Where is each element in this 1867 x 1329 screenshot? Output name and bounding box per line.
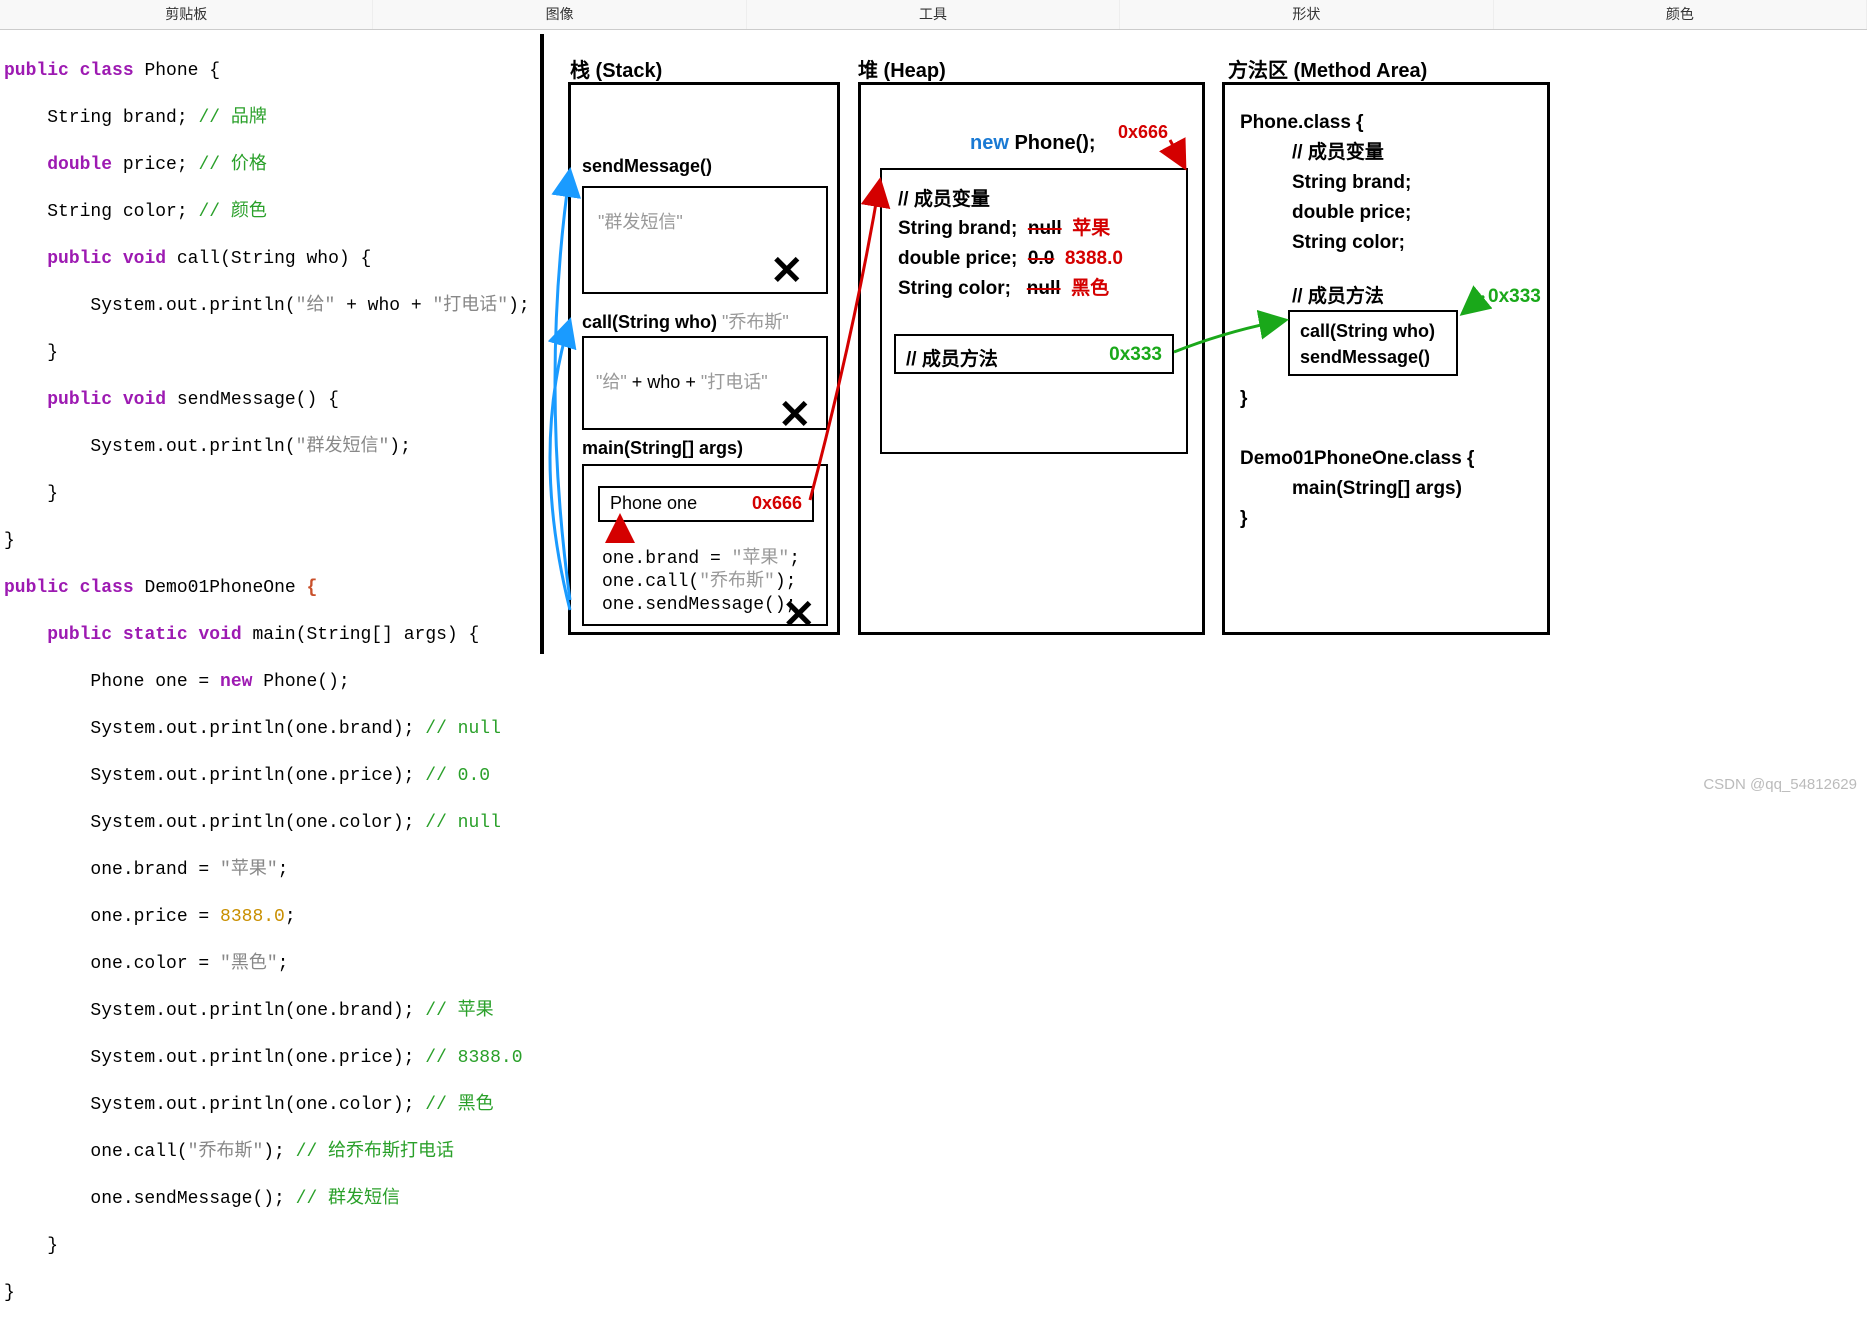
stack-send-label: sendMessage() <box>582 156 712 177</box>
method-area-methods-box: call(String who) sendMessage() <box>1288 310 1458 376</box>
stack-title: 栈 (Stack) <box>570 54 662 83</box>
watermark: CSDN @qq_54812629 <box>1703 776 1857 793</box>
tb-clipboard[interactable]: 剪贴板 <box>0 0 373 29</box>
heap-addr: 0x666 <box>1118 122 1168 143</box>
stack-send-body: "群发短信" <box>598 208 683 234</box>
stack-main-body: one.brand = "苹果"; one.call("乔布斯"); one.s… <box>602 548 800 617</box>
heap-title: 堆 (Heap) <box>858 54 946 83</box>
tb-image[interactable]: 图像 <box>373 0 746 29</box>
stack-call-label: call(String who) "乔布斯" <box>582 308 789 334</box>
close-icon: ✕ <box>782 592 816 638</box>
vertical-divider <box>540 34 544 654</box>
stack-call-body: "给" + who + "打电话" <box>596 368 768 394</box>
heap-fields-title: // 成员变量 <box>898 184 990 211</box>
tb-colors[interactable]: 颜色 <box>1494 0 1867 29</box>
method-area-addr: 0x333 <box>1488 286 1541 308</box>
stack-main-label: main(String[] args) <box>582 438 743 459</box>
tb-tools[interactable]: 工具 <box>747 0 1120 29</box>
close-icon: ✕ <box>770 248 804 294</box>
heap-object: // 成员变量 String brand; null 苹果 double pri… <box>880 168 1188 454</box>
close-icon: ✕ <box>778 392 812 438</box>
stack-phone-var: Phone one 0x666 <box>598 486 814 522</box>
method-area-title: 方法区 (Method Area) <box>1228 54 1427 83</box>
tb-shapes[interactable]: 形状 <box>1120 0 1493 29</box>
heap-fields: String brand; null 苹果 double price; 0.0 … <box>898 214 1123 304</box>
heap-methods-box: // 成员方法 0x333 <box>894 334 1174 374</box>
source-code: public class Phone { String brand; // 品牌… <box>4 36 534 1329</box>
toolbar: 剪贴板 图像 工具 形状 颜色 <box>0 0 1867 30</box>
heap-new: new Phone(); <box>970 132 1096 155</box>
